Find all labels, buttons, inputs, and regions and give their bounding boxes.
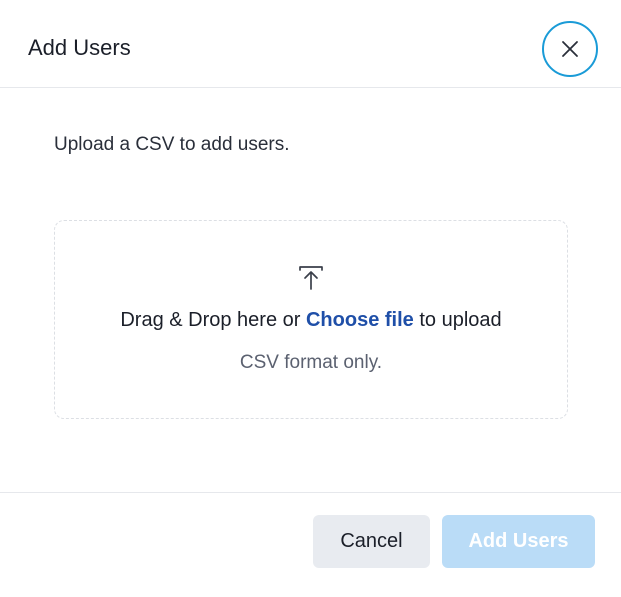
add-users-dialog: Add Users Upload a CSV to add users. Dra…: [0, 0, 621, 597]
close-icon: [562, 41, 578, 57]
file-dropzone[interactable]: Drag & Drop here or Choose file to uploa…: [54, 220, 568, 419]
close-button[interactable]: [542, 21, 598, 77]
drop-suffix-text: to upload: [413, 309, 502, 331]
format-note: CSV format only.: [239, 352, 383, 373]
add-users-button[interactable]: Add Users: [442, 515, 595, 568]
dialog-body: Upload a CSV to add users. Drag & Drop h…: [0, 88, 621, 492]
choose-file-link[interactable]: Choose file: [306, 309, 414, 331]
dialog-footer: Cancel Add Users: [0, 492, 621, 597]
intro-text: Upload a CSV to add users.: [54, 134, 290, 155]
drop-prefix-text: Drag & Drop here or: [120, 309, 306, 331]
cancel-button[interactable]: Cancel: [313, 515, 430, 568]
upload-icon: [299, 266, 323, 290]
dialog-header: Add Users: [0, 0, 621, 88]
drop-instructions: Drag & Drop here or Choose file to uploa…: [55, 307, 567, 333]
dialog-title: Add Users: [28, 35, 131, 60]
